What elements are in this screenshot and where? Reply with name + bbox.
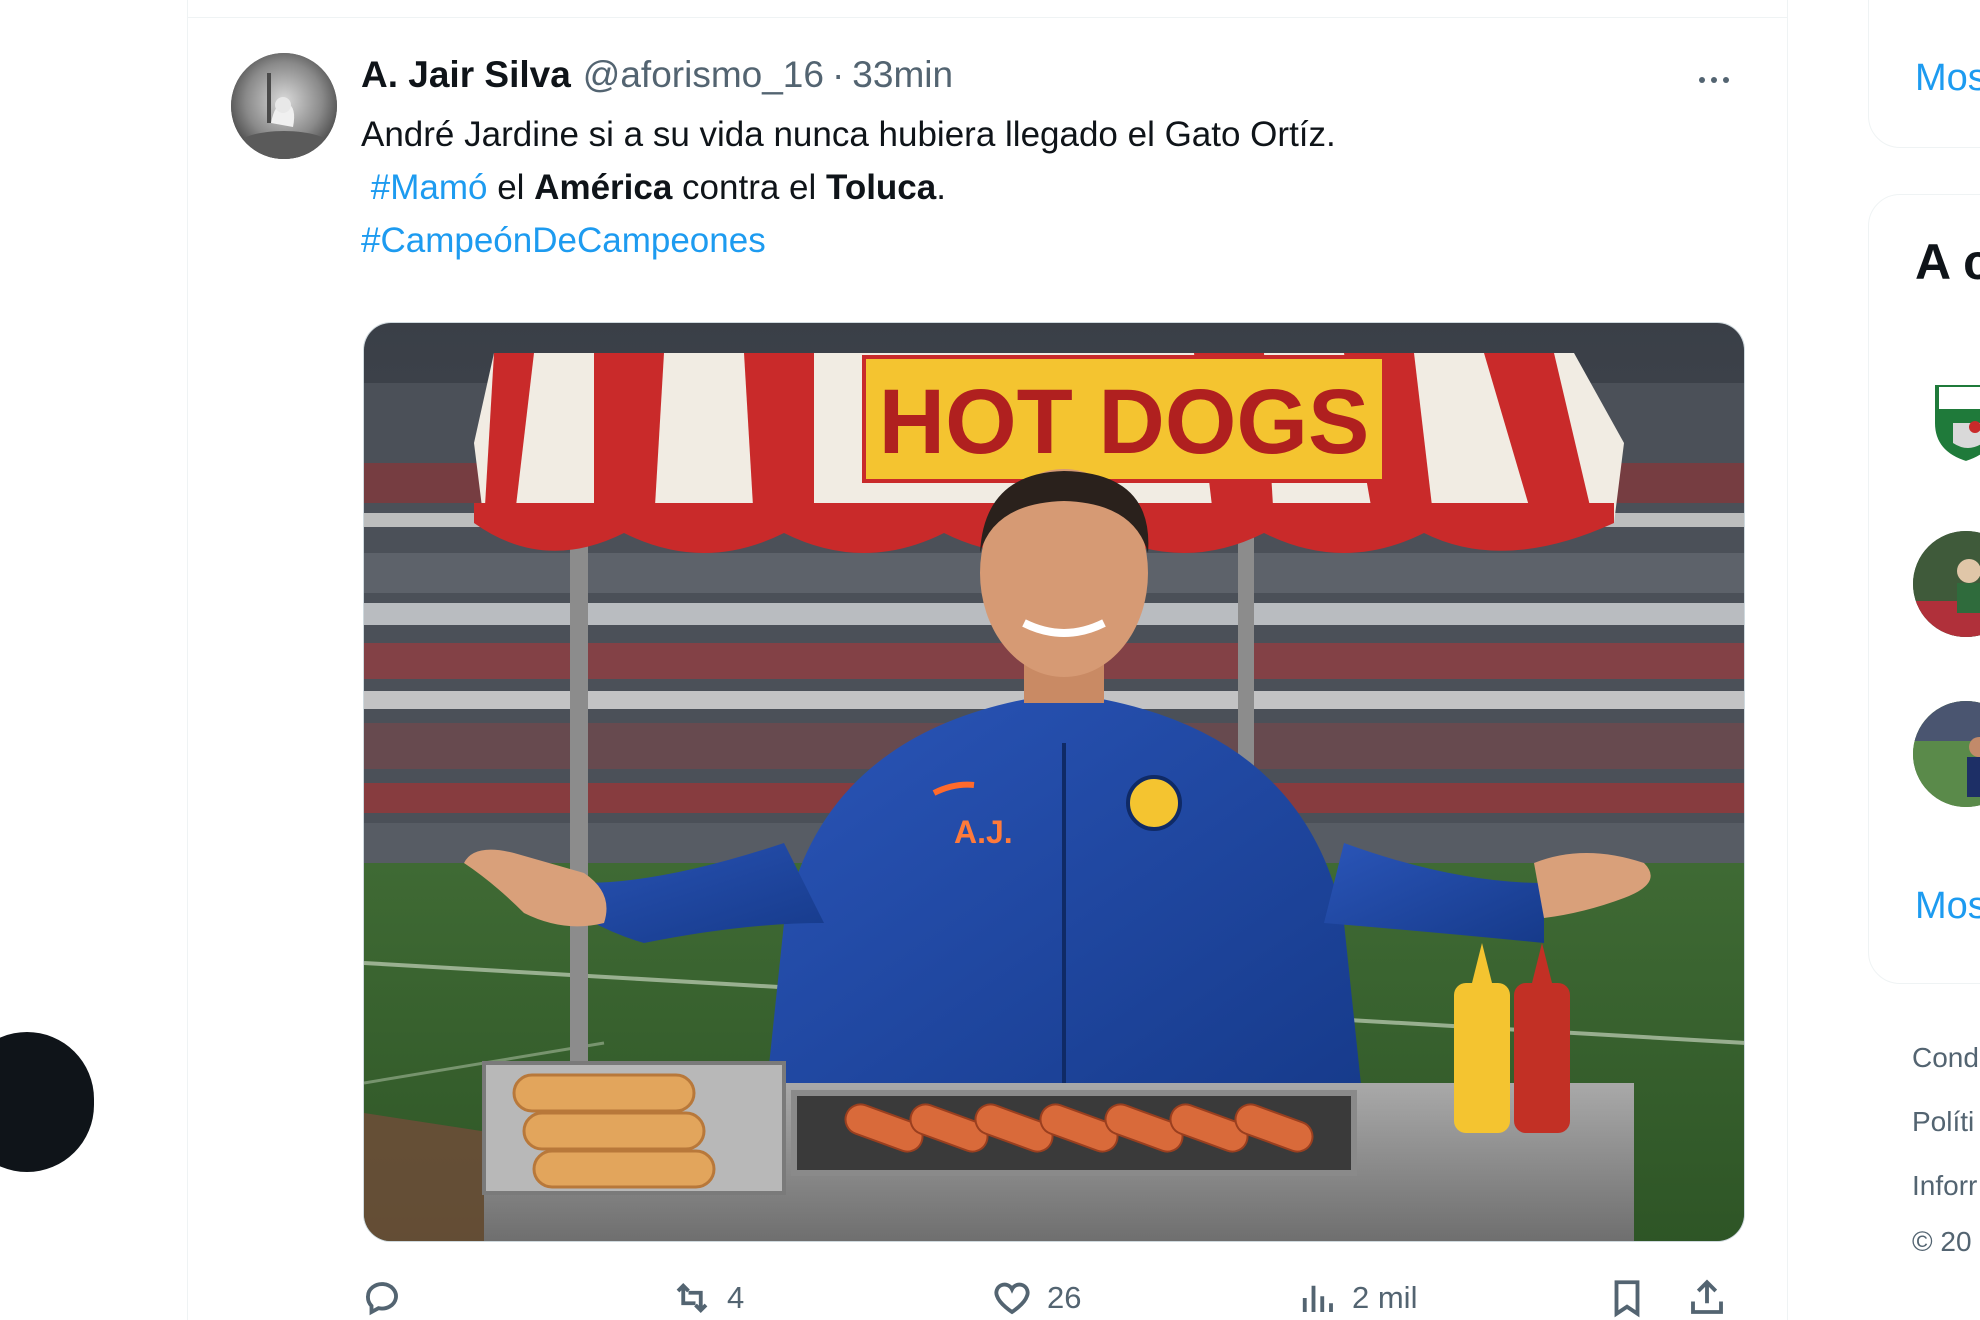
show-more-link[interactable]: Mos: [1915, 57, 1980, 100]
footer-link-info[interactable]: Inforr: [1912, 1170, 1977, 1202]
suggested-account-avatar[interactable]: [1913, 701, 1980, 807]
reply-icon: [366, 1282, 398, 1316]
views-button[interactable]: 2 mil: [1296, 1270, 1417, 1320]
hashtag-link[interactable]: #CampeónDeCampeones: [361, 221, 766, 260]
tweet-period: .: [936, 168, 946, 207]
tweet-line-1: André Jardine si a su vida nunca hubiera…: [361, 115, 1336, 154]
sidebar-card-top: Mos: [1868, 0, 1980, 148]
author-name[interactable]: A. Jair Silva: [361, 54, 571, 96]
tweet[interactable]: A. Jair Silva @aforismo_16 · 33min André…: [188, 18, 1787, 1320]
hot-dog-stand-illustration: HOT DOGS A.J.: [364, 323, 1744, 1241]
tweet-word: el: [497, 168, 525, 207]
stadium-photo-icon: [1913, 531, 1980, 637]
suggested-account-avatar[interactable]: [1913, 531, 1980, 637]
tweet-media-image[interactable]: HOT DOGS A.J.: [363, 322, 1745, 1242]
hashtag-link[interactable]: #Mamó: [371, 168, 488, 207]
tweet-line-3: #CampeónDeCampeones: [361, 214, 1749, 267]
tweet-action-bar: 4 26 2 mil: [361, 1270, 1749, 1320]
show-more-link[interactable]: Mos: [1915, 885, 1980, 928]
like-count: 26: [1047, 1280, 1082, 1315]
author-avatar[interactable]: [231, 53, 337, 159]
author-handle[interactable]: @aforismo_16: [583, 54, 824, 96]
share-button[interactable]: [1686, 1270, 1728, 1320]
bookmark-icon: [1614, 1280, 1640, 1318]
post-button[interactable]: [0, 1032, 94, 1172]
repost-icon: [676, 1283, 708, 1313]
tweet-body: A. Jair Silva @aforismo_16 · 33min André…: [361, 54, 1749, 1318]
views-icon: [1302, 1285, 1333, 1312]
bookmark-button[interactable]: [1606, 1270, 1648, 1320]
like-button[interactable]: 26: [991, 1270, 1081, 1320]
tweet-line-2: #Mamó el América contra el Toluca.: [361, 161, 1749, 214]
avatar-image: [231, 53, 337, 159]
suggested-account-avatar[interactable]: [1913, 363, 1980, 469]
repost-count: 4: [727, 1280, 745, 1315]
lfm-shield-icon: [1931, 381, 1980, 466]
tweet-bold-word: Toluca: [826, 168, 937, 207]
sign-text: HOT DOGS: [879, 371, 1370, 473]
who-to-follow-card: A c Mos: [1868, 194, 1980, 984]
previous-tweet[interactable]: [188, 0, 1787, 18]
footer-link-terms[interactable]: Cond: [1912, 1042, 1979, 1074]
separator: ·: [831, 54, 845, 95]
heart-icon: [994, 1282, 1030, 1315]
tweet-header: A. Jair Silva @aforismo_16 · 33min: [361, 54, 1749, 106]
repost-button[interactable]: 4: [671, 1270, 744, 1320]
person-photo-icon: [1913, 701, 1980, 807]
share-icon: [1691, 1279, 1723, 1314]
tweet-word: contra el: [682, 168, 817, 207]
jacket-initials: A.J.: [954, 814, 1013, 850]
timeline-column: A. Jair Silva @aforismo_16 · 33min André…: [187, 0, 1788, 1320]
tweet-timestamp[interactable]: 33min: [852, 54, 953, 96]
views-count: 2 mil: [1352, 1280, 1418, 1315]
footer-copyright: © 20: [1912, 1226, 1972, 1257]
more-options-icon[interactable]: [1685, 60, 1743, 100]
footer-link-privacy[interactable]: Políti: [1912, 1106, 1974, 1138]
app-window: A. Jair Silva @aforismo_16 · 33min André…: [0, 0, 1980, 1320]
reply-button[interactable]: [361, 1270, 417, 1320]
tweet-bold-word: América: [534, 168, 673, 207]
tweet-text: André Jardine si a su vida nunca hubiera…: [361, 108, 1749, 267]
sidebar-section-title: A c: [1915, 234, 1980, 290]
